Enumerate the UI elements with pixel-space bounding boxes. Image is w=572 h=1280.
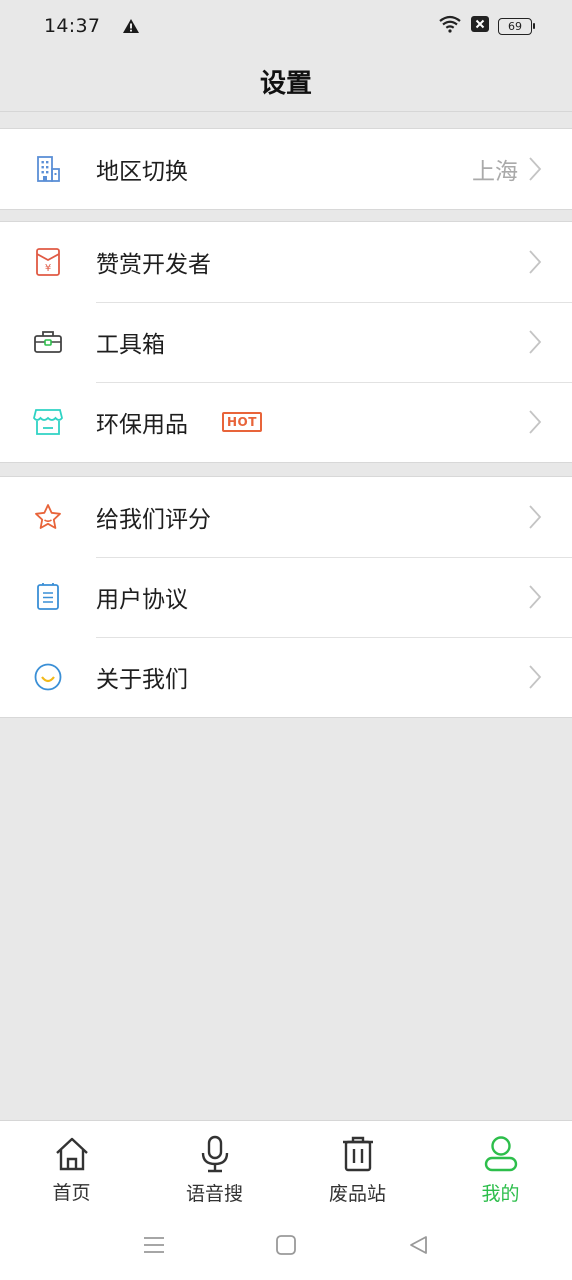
title-bar: 设置 (0, 52, 572, 112)
row-label: 赞赏开发者 (96, 252, 211, 278)
no-sim-icon (470, 15, 490, 37)
home-square-icon[interactable] (275, 1234, 297, 1260)
svg-text:¥: ¥ (45, 263, 51, 274)
system-nav-bar (0, 1214, 572, 1280)
status-time: 14:37 (44, 15, 101, 37)
tab-label: 我的 (481, 1183, 520, 1205)
tab-home[interactable]: 首页 (0, 1121, 143, 1214)
tab-recycling-station[interactable]: 废品站 (286, 1121, 429, 1214)
page-title: 设置 (259, 69, 312, 99)
smile-icon (0, 637, 96, 717)
store-icon (0, 382, 96, 462)
wifi-icon (438, 15, 462, 37)
settings-group-tools: ¥ 赞赏开发者 工具箱 环保用品 HOT (0, 221, 572, 463)
row-rate-us[interactable]: 给我们评分 (0, 477, 572, 557)
row-label: 给我们评分 (96, 507, 211, 533)
back-triangle-icon[interactable] (407, 1234, 429, 1260)
chevron-right-icon (528, 664, 572, 690)
row-toolbox[interactable]: 工具箱 (0, 302, 572, 382)
status-bar: 14:37 69 (0, 0, 572, 52)
warning-icon (122, 18, 140, 34)
row-label: 环保用品 (96, 412, 188, 438)
chevron-right-icon (528, 329, 572, 355)
document-icon (0, 557, 96, 637)
row-label: 用户协议 (96, 587, 188, 613)
tab-label: 废品站 (328, 1183, 386, 1205)
row-eco-products[interactable]: 环保用品 HOT (0, 382, 572, 462)
tab-bar: 首页 语音搜 废品站 我的 (0, 1120, 572, 1214)
chevron-right-icon (528, 409, 572, 435)
chevron-right-icon (528, 504, 572, 530)
trash-icon (340, 1135, 376, 1177)
row-reward-developer[interactable]: ¥ 赞赏开发者 (0, 222, 572, 302)
toolbox-icon (0, 302, 96, 382)
row-label: 工具箱 (96, 332, 165, 358)
star-icon (0, 477, 96, 557)
chevron-right-icon (528, 584, 572, 610)
settings-group-about: 给我们评分 用户协议 关于我们 (0, 476, 572, 718)
row-region-switch[interactable]: 地区切换 上海 (0, 129, 572, 209)
chevron-right-icon (528, 156, 572, 182)
user-icon (483, 1135, 519, 1177)
red-envelope-icon: ¥ (0, 222, 96, 302)
menu-icon[interactable] (143, 1235, 165, 1259)
tab-mine[interactable]: 我的 (429, 1121, 572, 1214)
region-value: 上海 (472, 159, 518, 185)
row-user-agreement[interactable]: 用户协议 (0, 557, 572, 637)
tab-voice-search[interactable]: 语音搜 (143, 1121, 286, 1214)
tab-label: 首页 (52, 1182, 91, 1204)
row-about-us[interactable]: 关于我们 (0, 637, 572, 717)
hot-badge: HOT (222, 412, 262, 432)
microphone-icon (196, 1135, 234, 1177)
settings-group-region: 地区切换 上海 (0, 128, 572, 210)
tab-label: 语音搜 (185, 1183, 243, 1205)
home-icon (53, 1136, 91, 1176)
chevron-right-icon (528, 249, 572, 275)
building-icon (0, 129, 96, 209)
row-label: 关于我们 (96, 667, 188, 693)
row-label: 地区切换 (96, 159, 188, 185)
battery-icon: 69 (498, 17, 535, 35)
